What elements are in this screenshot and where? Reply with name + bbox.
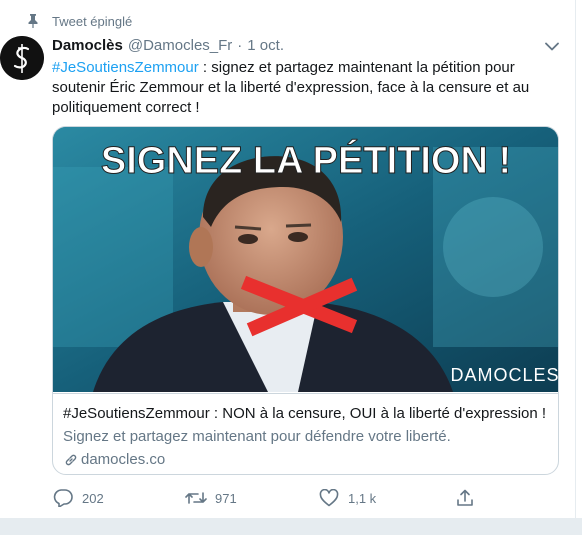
tweet-text: #JeSoutiensZemmour : signez et partagez … <box>52 58 552 118</box>
reply-count: 202 <box>82 490 104 506</box>
author-name[interactable]: Damoclès <box>52 37 123 54</box>
pin-icon <box>26 13 40 29</box>
card-domain-text: damocles.co <box>81 451 166 468</box>
card-body[interactable]: #JeSoutiensZemmour : NON à la censure, O… <box>53 393 558 474</box>
avatar[interactable] <box>0 36 44 80</box>
card-image-headline: SIGNEZ LA PÉTITION ! <box>101 138 511 182</box>
tweet[interactable]: Tweet épinglé Damoclès @Damocles_Fr · 1 … <box>0 0 576 518</box>
tweet-date[interactable]: 1 oct. <box>247 37 284 54</box>
share-button[interactable] <box>454 486 484 510</box>
link-icon <box>63 452 79 468</box>
pinned-label: Tweet épinglé <box>52 13 133 29</box>
card-image-watermark: DAMOCLES <box>450 365 559 385</box>
like-button[interactable]: 1,1 k <box>318 486 376 510</box>
tweet-actions: 202 971 1,1 k <box>52 486 482 510</box>
reply-icon <box>52 487 74 509</box>
retweet-icon <box>185 487 207 509</box>
share-icon <box>454 487 476 509</box>
pinned-indicator: Tweet épinglé <box>26 12 132 30</box>
author-handle[interactable]: @Damocles_Fr <box>128 37 232 54</box>
damocles-logo-icon <box>0 36 44 80</box>
card-title[interactable]: #JeSoutiensZemmour : NON à la censure, O… <box>63 404 550 424</box>
chevron-down-icon[interactable] <box>544 38 560 54</box>
reply-button[interactable]: 202 <box>52 486 104 510</box>
card-domain[interactable]: damocles.co <box>63 450 550 470</box>
card-description: Signez et partagez maintenant pour défen… <box>63 428 451 445</box>
retweet-button[interactable]: 971 <box>185 486 237 510</box>
card-image[interactable]: SIGNEZ LA PÉTITION ! DAMOCLES <box>53 127 559 392</box>
tweet-header: Damoclès @Damocles_Fr · 1 oct. <box>52 37 284 57</box>
like-count: 1,1 k <box>348 490 377 506</box>
timeline-divider <box>0 518 582 535</box>
link-card[interactable]: SIGNEZ LA PÉTITION ! DAMOCLES #JeSoutien… <box>52 126 559 475</box>
retweet-count: 971 <box>215 490 237 506</box>
header-separator: · <box>237 37 243 54</box>
heart-icon <box>318 487 340 509</box>
hashtag-link[interactable]: #JeSoutiensZemmour <box>52 59 199 76</box>
